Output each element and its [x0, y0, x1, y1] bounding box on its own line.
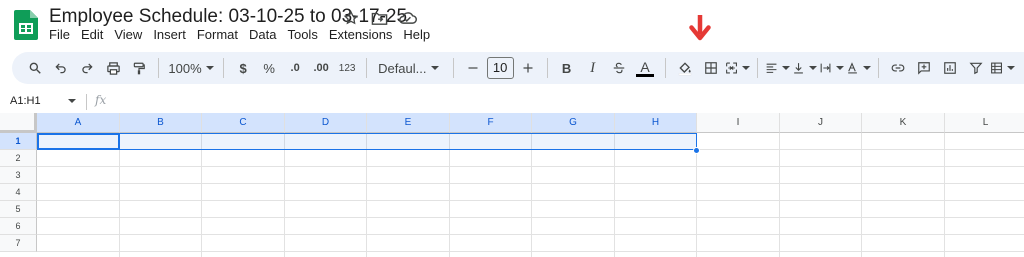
paint-format-icon[interactable] [127, 55, 151, 81]
column-header-k[interactable]: K [862, 113, 945, 133]
menu-extensions[interactable]: Extensions [329, 27, 404, 42]
strikethrough-icon[interactable] [607, 55, 631, 81]
decrease-font-size-button[interactable] [461, 55, 485, 81]
redo-icon[interactable] [75, 55, 99, 81]
chevron-down-icon [68, 99, 76, 103]
column-header-f[interactable]: F [450, 113, 532, 133]
column-header-g[interactable]: G [532, 113, 615, 133]
bold-button[interactable]: B [555, 55, 579, 81]
undo-icon[interactable] [49, 55, 73, 81]
column-header-a[interactable]: A [37, 113, 120, 133]
row-header-5[interactable]: 5 [0, 201, 37, 218]
row-header-4[interactable]: 4 [0, 184, 37, 201]
text-color-swatch [636, 73, 655, 77]
column-gridline [944, 133, 945, 257]
filter-icon[interactable] [964, 55, 988, 81]
vertical-align-icon[interactable] [792, 55, 817, 81]
column-gridline [119, 133, 120, 257]
sheets-logo-icon[interactable] [14, 10, 38, 40]
toolbar-divider [223, 58, 225, 78]
column-gridline [449, 133, 450, 257]
decrease-decimal-button[interactable]: .0 [283, 55, 307, 81]
selected-range[interactable] [37, 133, 697, 150]
menu-data[interactable]: Data [249, 27, 287, 42]
column-header-d[interactable]: D [285, 113, 367, 133]
functions-icon[interactable] [1017, 55, 1024, 81]
column-gridline [366, 133, 367, 257]
toolbar-divider [664, 58, 666, 78]
star-icon[interactable] [341, 8, 361, 28]
active-cell[interactable] [37, 133, 120, 150]
text-rotation-icon[interactable] [846, 55, 871, 81]
column-header-l[interactable]: L [945, 113, 1024, 133]
currency-format-button[interactable]: $ [231, 55, 255, 81]
column-gridline [779, 133, 780, 257]
column-header-e[interactable]: E [367, 113, 450, 133]
column-header-j[interactable]: J [780, 113, 862, 133]
row-header-1[interactable]: 1 [0, 133, 37, 150]
print-icon[interactable] [101, 55, 125, 81]
menu-view[interactable]: View [114, 27, 153, 42]
insert-comment-icon[interactable] [912, 55, 936, 81]
menu-format[interactable]: Format [197, 27, 249, 42]
menu-help[interactable]: Help [403, 27, 441, 42]
spreadsheet-grid[interactable]: A B C D E F G H I J K L 1 2 3 4 5 6 7 [0, 113, 1024, 257]
merge-cells-icon[interactable] [725, 55, 750, 81]
move-to-folder-icon[interactable] [369, 8, 389, 28]
increase-decimal-button[interactable]: .00 [309, 55, 333, 81]
menu-file[interactable]: File [49, 27, 81, 42]
row-header-3[interactable]: 3 [0, 167, 37, 184]
borders-icon[interactable] [699, 55, 723, 81]
menu-edit[interactable]: Edit [81, 27, 114, 42]
annotation-arrow-icon [689, 12, 711, 46]
text-color-letter: A [640, 58, 650, 75]
toolbar-divider [877, 58, 879, 78]
toolbar-divider [158, 58, 159, 78]
fill-handle[interactable] [693, 147, 700, 154]
row-header-6[interactable]: 6 [0, 218, 37, 235]
column-header-h[interactable]: H [615, 113, 697, 133]
text-wrapping-icon[interactable] [819, 55, 844, 81]
column-gridline [614, 133, 615, 257]
fill-color-icon[interactable] [673, 55, 697, 81]
font-size-input[interactable]: 10 [486, 57, 514, 79]
toolbar-divider [756, 58, 758, 78]
fx-icon: fx [95, 93, 107, 107]
search-menus-icon[interactable] [23, 55, 47, 81]
formula-bar: A1:H1 fx [0, 90, 1024, 114]
menu-bar: File Edit View Insert Format Data Tools … [49, 27, 441, 42]
increase-font-size-button[interactable] [516, 55, 540, 81]
select-all-corner[interactable] [0, 113, 37, 133]
row-header-2[interactable]: 2 [0, 150, 37, 167]
italic-button[interactable]: I [581, 55, 605, 81]
toolbar-divider [366, 58, 368, 78]
cloud-status-icon[interactable] [397, 8, 417, 28]
percent-format-button[interactable]: % [257, 55, 281, 81]
column-gridline [531, 133, 532, 257]
zoom-select[interactable]: 100% [166, 55, 216, 81]
filter-views-icon[interactable] [990, 55, 1015, 81]
toolbar-divider [546, 58, 548, 78]
menu-tools[interactable]: Tools [287, 27, 328, 42]
insert-link-icon[interactable] [886, 55, 910, 81]
more-formats-button[interactable]: 123 [335, 55, 359, 81]
column-gridline [284, 133, 285, 257]
menu-insert[interactable]: Insert [153, 27, 197, 42]
column-header-c[interactable]: C [202, 113, 285, 133]
toolbar-divider [452, 58, 454, 78]
column-gridline [861, 133, 862, 257]
column-gridline [201, 133, 202, 257]
name-box-value: A1:H1 [10, 95, 41, 107]
formula-divider [86, 94, 87, 110]
text-color-button[interactable]: A [633, 55, 658, 81]
font-select[interactable]: Defaul... [374, 55, 446, 81]
horizontal-align-icon[interactable] [765, 55, 790, 81]
column-header-b[interactable]: B [120, 113, 202, 133]
name-box[interactable]: A1:H1 [10, 95, 80, 107]
row-header-7[interactable]: 7 [0, 235, 37, 252]
column-header-i[interactable]: I [697, 113, 780, 133]
toolbar: 100% $ % .0 .00 123 Defaul... 10 B I A [12, 52, 1024, 84]
insert-chart-icon[interactable] [938, 55, 962, 81]
